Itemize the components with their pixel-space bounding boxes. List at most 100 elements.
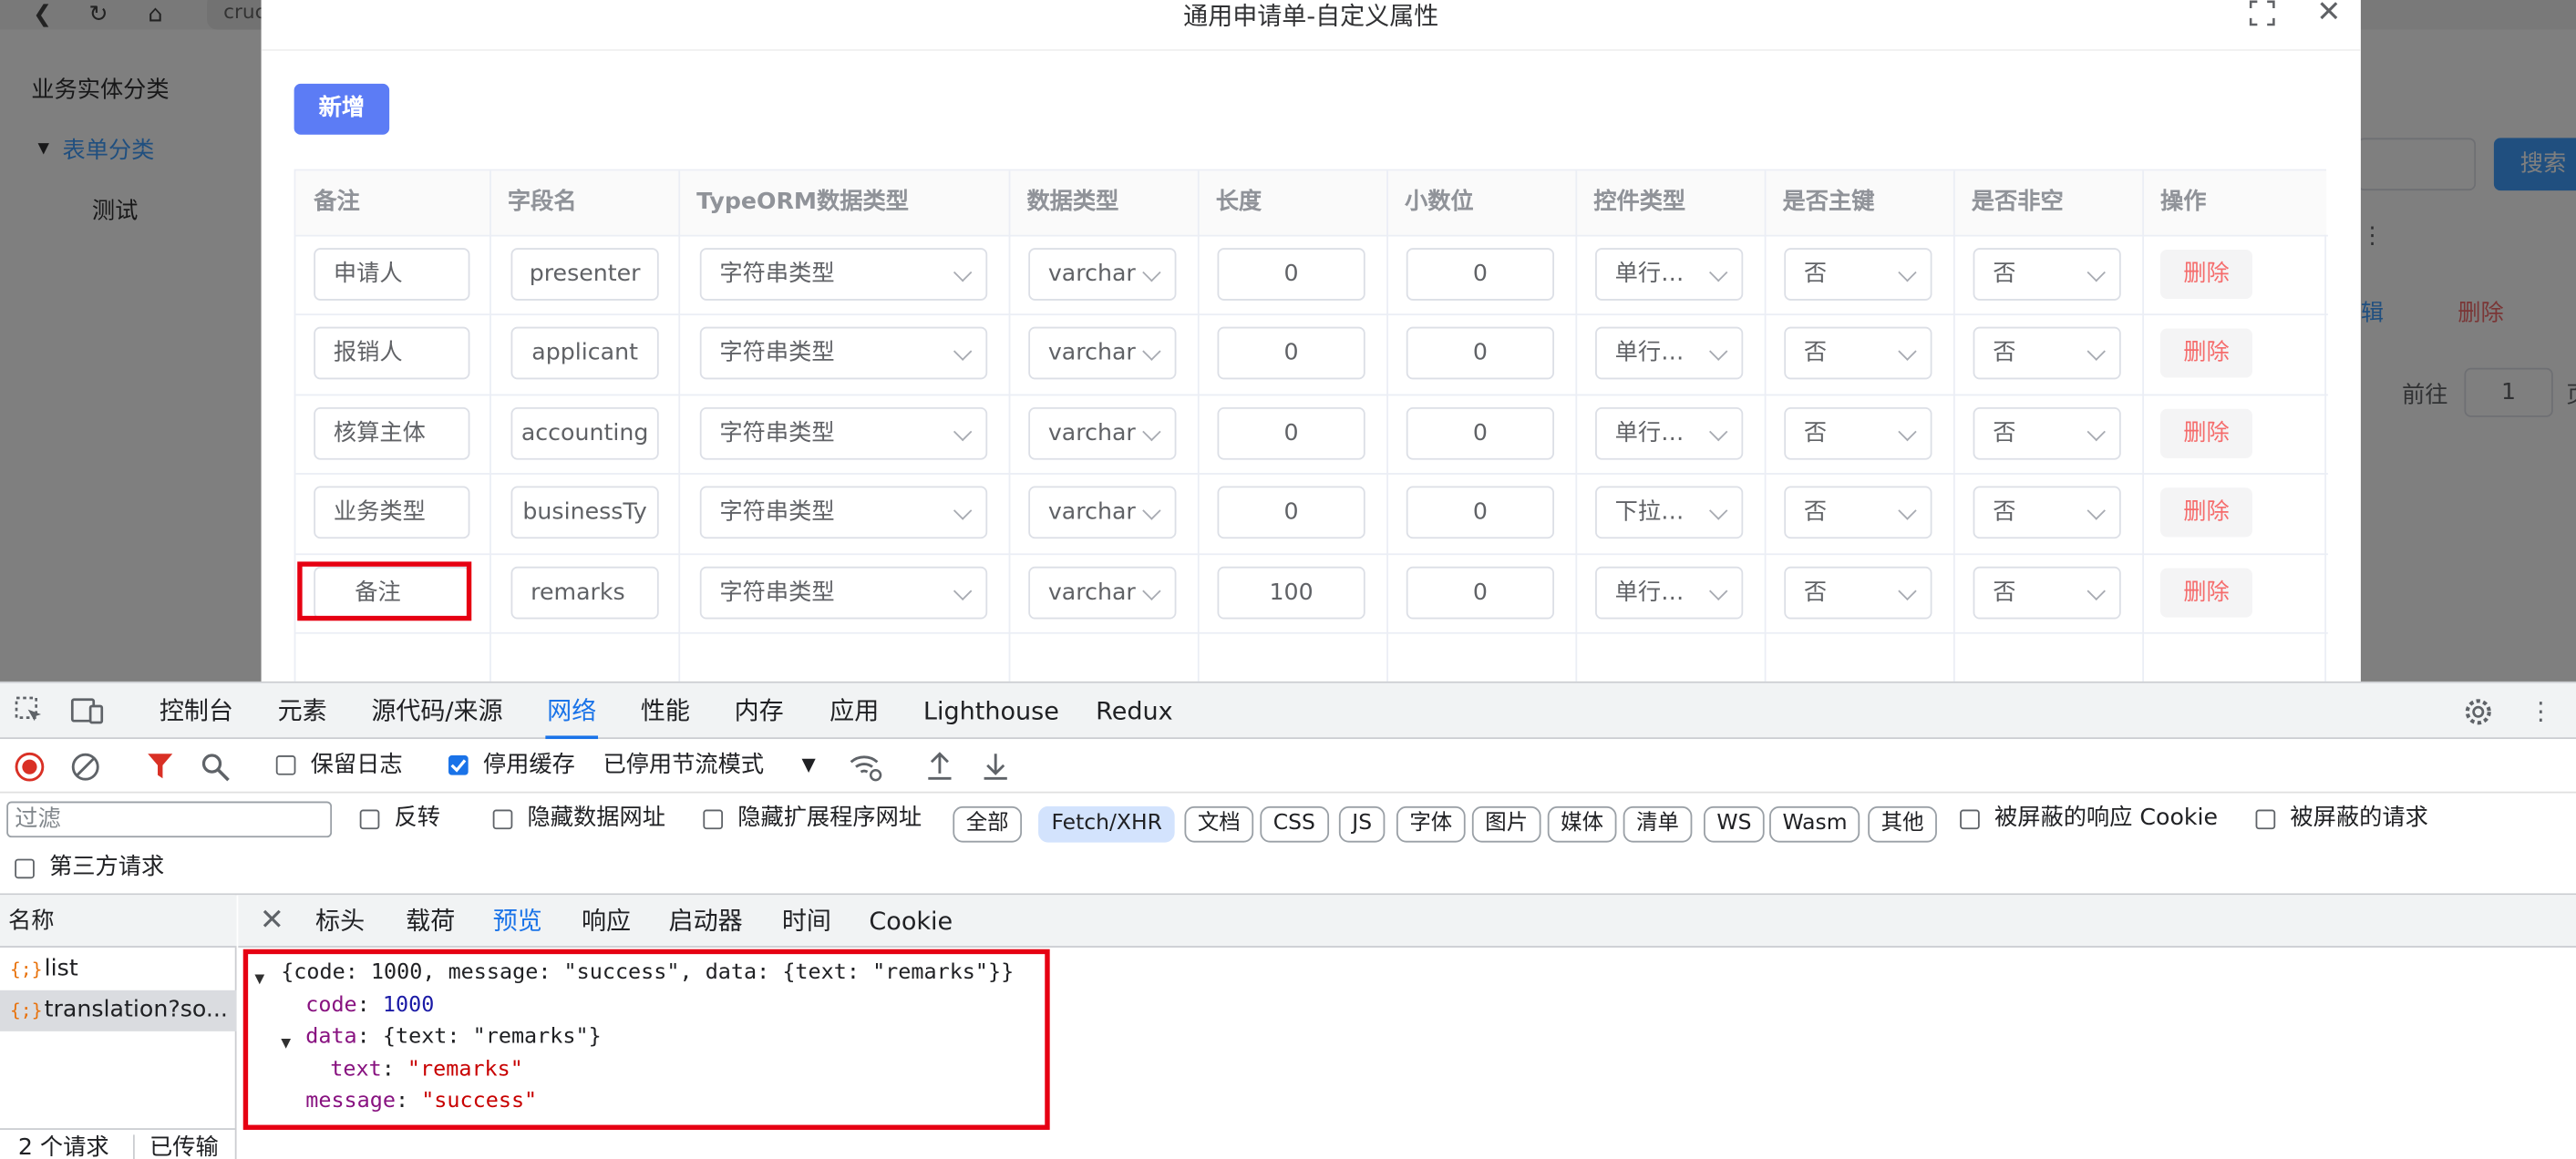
delete-button[interactable]: 删除: [2160, 328, 2252, 378]
control-type-select[interactable]: 下拉…: [1595, 486, 1744, 539]
chip-all[interactable]: 全部: [953, 805, 1023, 843]
hide-data-urls-checkbox[interactable]: [492, 809, 513, 830]
control-type-select[interactable]: 单行…: [1595, 406, 1744, 460]
request-row-selected[interactable]: {;} translation?so...: [0, 990, 237, 1031]
delete-button[interactable]: 删除: [2160, 408, 2252, 458]
tab-performance[interactable]: 性能: [641, 683, 690, 739]
length-input[interactable]: 0: [1217, 406, 1365, 460]
record-stop-icon[interactable]: [15, 752, 45, 782]
throttle-dropdown-icon[interactable]: ▼: [802, 751, 816, 780]
close-detail-icon[interactable]: ✕: [260, 895, 284, 948]
tab-console[interactable]: 控制台: [160, 683, 233, 739]
delete-button[interactable]: 删除: [2160, 568, 2252, 618]
hide-ext-urls-checkbox[interactable]: [703, 809, 724, 830]
orm-type-select[interactable]: 字符串类型: [699, 248, 988, 301]
field-name-input[interactable]: applicant: [510, 326, 659, 380]
chip-css[interactable]: CSS: [1260, 805, 1329, 843]
primary-key-select[interactable]: 否: [1784, 248, 1932, 301]
chip-img[interactable]: 图片: [1471, 805, 1541, 843]
chip-ws[interactable]: WS: [1703, 805, 1765, 843]
tab-redux[interactable]: Redux: [1096, 683, 1173, 739]
field-name-input[interactable]: businessTy: [510, 486, 659, 539]
inspect-icon[interactable]: [15, 696, 44, 725]
network-conditions-icon[interactable]: [848, 752, 884, 782]
remark-input[interactable]: 业务类型: [314, 486, 470, 539]
request-row[interactable]: {;} list: [0, 949, 237, 990]
import-har-icon[interactable]: [925, 751, 954, 782]
field-name-input[interactable]: accounting: [510, 406, 659, 460]
tab-initiator[interactable]: 启动器: [669, 895, 743, 948]
blocked-requests-checkbox[interactable]: [2255, 809, 2276, 830]
decimals-input[interactable]: 0: [1406, 406, 1554, 460]
chip-media[interactable]: 媒体: [1547, 805, 1617, 843]
chip-js[interactable]: JS: [1338, 805, 1386, 843]
chip-wasm[interactable]: Wasm: [1769, 805, 1860, 843]
decimals-input[interactable]: 0: [1406, 566, 1554, 620]
not-null-select[interactable]: 否: [1973, 326, 2121, 380]
not-null-select[interactable]: 否: [1973, 406, 2121, 460]
tab-lighthouse[interactable]: Lighthouse: [923, 683, 1059, 739]
tab-sources[interactable]: 源代码/来源: [371, 683, 502, 739]
preserve-log-checkbox[interactable]: [275, 755, 296, 775]
orm-type-select[interactable]: 字符串类型: [699, 406, 988, 460]
tab-elements[interactable]: 元素: [278, 683, 327, 739]
decimals-input[interactable]: 0: [1406, 486, 1554, 539]
fullscreen-icon[interactable]: [2249, 0, 2275, 26]
settings-gear-icon[interactable]: [2463, 696, 2494, 727]
decimals-input[interactable]: 0: [1406, 326, 1554, 380]
control-type-select[interactable]: 单行…: [1595, 248, 1744, 301]
clear-icon[interactable]: [70, 752, 99, 781]
field-name-input[interactable]: presenter: [510, 248, 659, 301]
close-icon[interactable]: ✕: [2316, 0, 2341, 27]
tab-headers[interactable]: 标头: [315, 895, 365, 948]
decimals-input[interactable]: 0: [1406, 248, 1554, 301]
chip-manifest[interactable]: 清单: [1623, 805, 1693, 843]
data-type-select[interactable]: varchar: [1028, 248, 1177, 301]
tab-preview[interactable]: 预览: [493, 895, 542, 948]
tab-timing[interactable]: 时间: [782, 895, 831, 948]
length-input[interactable]: 0: [1217, 248, 1365, 301]
tab-cookies[interactable]: Cookie: [869, 895, 953, 948]
data-type-select[interactable]: varchar: [1028, 326, 1177, 380]
not-null-select[interactable]: 否: [1973, 248, 2121, 301]
remark-input[interactable]: 核算主体: [314, 406, 470, 460]
length-input[interactable]: 0: [1217, 326, 1365, 380]
more-options-icon[interactable]: ⋮: [2529, 683, 2553, 739]
tab-response[interactable]: 响应: [582, 895, 631, 948]
tab-payload[interactable]: 载荷: [406, 895, 455, 948]
chip-fetch-xhr[interactable]: Fetch/XHR: [1038, 805, 1176, 843]
chip-doc[interactable]: 文档: [1184, 805, 1254, 843]
tab-memory[interactable]: 内存: [735, 683, 784, 739]
filter-icon[interactable]: [146, 752, 174, 781]
length-input[interactable]: 100: [1217, 566, 1365, 620]
blocked-cookies-checkbox[interactable]: [1960, 809, 1980, 830]
add-button[interactable]: 新增: [294, 83, 390, 135]
search-icon[interactable]: [201, 752, 230, 782]
orm-type-select[interactable]: 字符串类型: [699, 326, 988, 380]
filter-input[interactable]: 过滤: [6, 801, 333, 838]
data-type-select[interactable]: varchar: [1028, 406, 1177, 460]
remark-input[interactable]: 申请人: [314, 248, 470, 301]
delete-button[interactable]: 删除: [2160, 249, 2252, 300]
chip-other[interactable]: 其他: [1868, 805, 1937, 843]
throttle-select[interactable]: 已停用节流模式: [603, 751, 764, 780]
tab-application[interactable]: 应用: [829, 683, 879, 739]
primary-key-select[interactable]: 否: [1784, 406, 1932, 460]
tab-network[interactable]: 网络: [545, 683, 599, 740]
primary-key-select[interactable]: 否: [1784, 486, 1932, 539]
disable-cache-checkbox[interactable]: [448, 755, 469, 775]
primary-key-select[interactable]: 否: [1784, 326, 1932, 380]
primary-key-select[interactable]: 否: [1784, 566, 1932, 620]
data-type-select[interactable]: varchar: [1028, 486, 1177, 539]
orm-type-select[interactable]: 字符串类型: [699, 486, 988, 539]
control-type-select[interactable]: 单行…: [1595, 566, 1744, 620]
data-type-select[interactable]: varchar: [1028, 566, 1177, 620]
name-column-header[interactable]: 名称: [0, 895, 237, 948]
chip-font[interactable]: 字体: [1396, 805, 1466, 843]
delete-button[interactable]: 删除: [2160, 487, 2252, 538]
invert-checkbox[interactable]: [359, 809, 380, 830]
remark-input[interactable]: 报销人: [314, 326, 470, 380]
device-toolbar-icon[interactable]: [70, 696, 104, 725]
control-type-select[interactable]: 单行…: [1595, 326, 1744, 380]
third-party-checkbox[interactable]: [15, 858, 35, 879]
